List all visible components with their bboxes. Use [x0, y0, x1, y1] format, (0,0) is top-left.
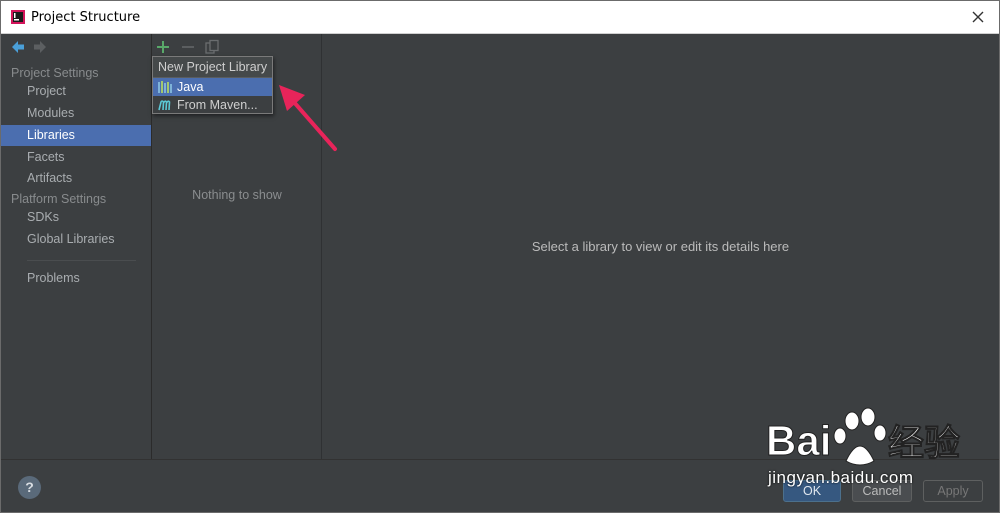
project-settings-header: Project Settings: [11, 66, 99, 80]
annotation-arrow: [279, 85, 337, 151]
sidebar-item-sdks[interactable]: SDKs: [1, 207, 151, 228]
help-button[interactable]: ?: [18, 476, 41, 499]
sidebar-item-global-libraries[interactable]: Global Libraries: [1, 229, 151, 250]
plus-icon[interactable]: [155, 39, 171, 55]
new-library-popup: New Project Library Java From Maven...: [152, 56, 273, 114]
sidebar-item-modules[interactable]: Modules: [1, 103, 151, 124]
popup-item-label: From Maven...: [177, 98, 258, 112]
popup-title: New Project Library: [153, 57, 272, 78]
forward-arrow-icon[interactable]: [33, 40, 47, 54]
platform-settings-header: Platform Settings: [11, 192, 107, 206]
window-title: Project Structure: [31, 10, 141, 25]
java-library-icon: [158, 81, 172, 93]
library-details-pane: Select a library to view or edit its det…: [322, 34, 999, 459]
sidebar-item-facets[interactable]: Facets: [1, 147, 151, 168]
sidebar-item-problems[interactable]: Problems: [1, 268, 151, 289]
popup-item-java[interactable]: Java: [153, 78, 272, 96]
minus-icon[interactable]: [180, 39, 196, 55]
details-placeholder-text: Select a library to view or edit its det…: [531, 239, 790, 254]
popup-item-from-maven[interactable]: From Maven...: [153, 96, 272, 114]
settings-sidebar: Project Settings Project Modules Librari…: [1, 34, 152, 459]
sidebar-item-artifacts[interactable]: Artifacts: [1, 168, 151, 189]
svg-text:经验: 经验: [888, 423, 960, 464]
copy-icon[interactable]: [204, 39, 220, 55]
intellij-logo-icon: [11, 10, 25, 24]
svg-text:Bai: Bai: [766, 417, 831, 464]
maven-icon: [158, 100, 171, 111]
sidebar-item-project[interactable]: Project: [1, 81, 151, 102]
close-icon[interactable]: [969, 8, 987, 26]
watermark-domain: jingyan.baidu.com: [768, 468, 914, 487]
sidebar-item-libraries[interactable]: Libraries: [1, 125, 151, 146]
popup-item-label: Java: [177, 80, 204, 94]
sidebar-divider: [27, 260, 136, 261]
title-bar: Project Structure: [1, 1, 999, 34]
back-arrow-icon[interactable]: [11, 40, 25, 54]
empty-list-text: Nothing to show: [192, 188, 282, 202]
